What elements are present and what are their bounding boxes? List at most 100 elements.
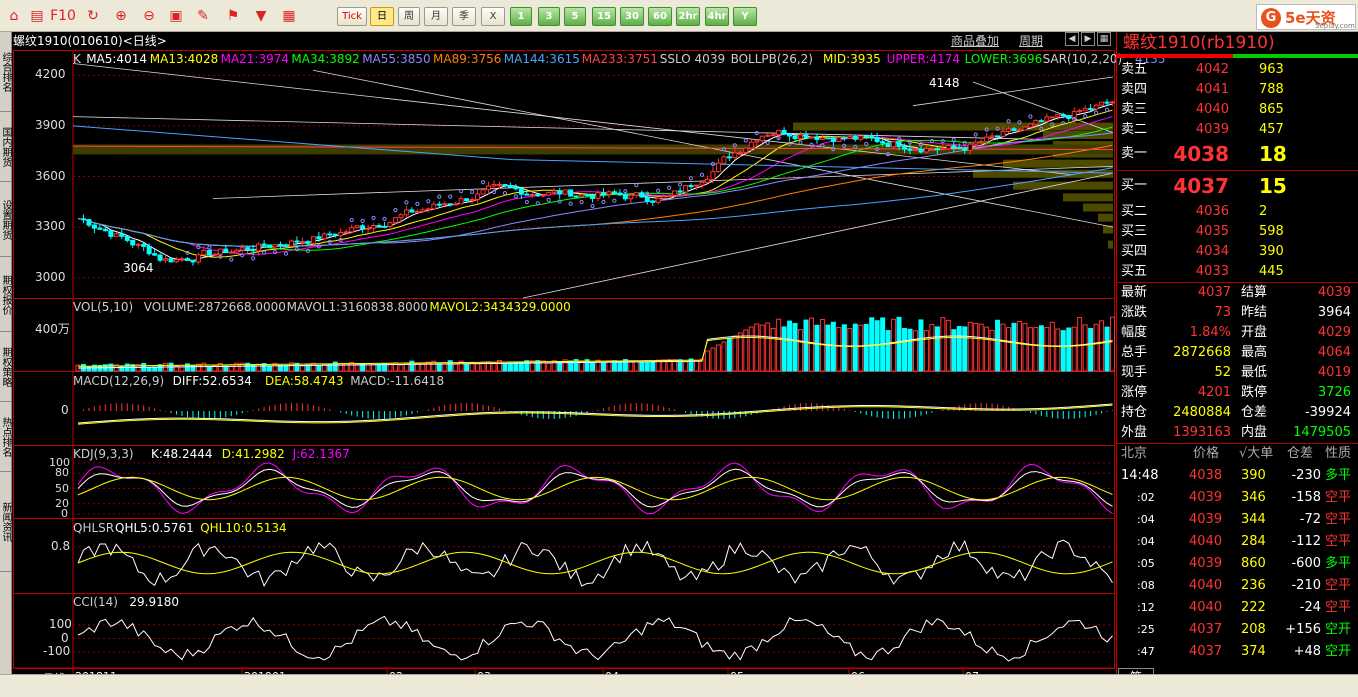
candle-body bbox=[1088, 108, 1094, 111]
left-tab-6[interactable]: 新闻资讯 bbox=[0, 472, 12, 572]
chart-area[interactable]: 4200 3900 3600 3300 3000 4148 3064 400万 0 100 80 50… bbox=[13, 32, 1166, 685]
candle-body bbox=[1044, 116, 1050, 122]
60m-button[interactable]: 60 bbox=[648, 7, 672, 26]
scroll-left-icon[interactable]: ◀ bbox=[1065, 32, 1079, 46]
4hr-button[interactable]: 4hr bbox=[705, 7, 729, 26]
volume-bar bbox=[956, 326, 962, 372]
volume-bar bbox=[633, 361, 639, 372]
home-button[interactable]: ⌂ bbox=[4, 7, 24, 26]
bid-row: 买五 4033 445 bbox=[1117, 262, 1358, 282]
tick-header-cell: √大单 bbox=[1239, 446, 1274, 461]
volume-bar bbox=[650, 361, 656, 372]
week-button[interactable]: 周 bbox=[398, 7, 420, 26]
legend-k-2: MA13:4028 bbox=[149, 52, 219, 66]
candle-body bbox=[704, 178, 710, 183]
candle-body bbox=[174, 259, 180, 263]
table-button[interactable]: ▦ bbox=[277, 7, 301, 26]
month-button[interactable]: 月 bbox=[424, 7, 448, 26]
volume-bar bbox=[1006, 327, 1012, 372]
candle-body bbox=[283, 244, 289, 247]
15m-button[interactable]: 15 bbox=[592, 7, 616, 26]
legend-k-8: MA233:3751 bbox=[581, 52, 658, 66]
stat-label: 仓差 bbox=[1241, 405, 1268, 420]
candle-body bbox=[398, 214, 404, 219]
sar-dot bbox=[360, 218, 365, 223]
stat-row: 最新 4037 结算 4039 bbox=[1117, 283, 1358, 303]
left-tab-label: 国内期货 bbox=[0, 127, 11, 167]
left-tab-4[interactable]: 期权策略 bbox=[0, 332, 12, 402]
candle-body bbox=[951, 145, 957, 148]
candle-body bbox=[1099, 101, 1105, 106]
legend-macd-1: DIFF:52.6534 bbox=[172, 374, 252, 388]
filter-button[interactable]: ▼ bbox=[251, 7, 271, 26]
stat-value: 4201 bbox=[1197, 385, 1231, 400]
volume-bar bbox=[847, 328, 853, 372]
legend-k-4: MA34:3892 bbox=[291, 52, 360, 66]
1m-button[interactable]: 1 bbox=[510, 7, 532, 26]
candle-body bbox=[1077, 110, 1083, 113]
zoom-in-button[interactable]: ⊕ bbox=[109, 7, 133, 26]
candle-body bbox=[146, 245, 152, 255]
zoom-out-button[interactable]: ⊖ bbox=[137, 7, 161, 26]
5m-button[interactable]: 5 bbox=[564, 7, 586, 26]
30m-button[interactable]: 30 bbox=[620, 7, 644, 26]
refresh-button[interactable]: ↻ bbox=[81, 7, 105, 26]
candle-body bbox=[518, 188, 524, 195]
left-tab-label: 综合排名 bbox=[0, 52, 11, 92]
bid-price: 4033 bbox=[1195, 264, 1229, 279]
day-button[interactable]: 日 bbox=[370, 7, 394, 26]
year-button[interactable]: X bbox=[481, 7, 505, 26]
candle-body bbox=[918, 148, 924, 153]
sar-dot bbox=[798, 140, 803, 145]
volume-bar bbox=[502, 362, 508, 372]
candle-body bbox=[841, 136, 847, 139]
volume-bar bbox=[754, 323, 760, 372]
bid-price: 4034 bbox=[1195, 244, 1229, 259]
indicator-button[interactable]: ⚑ bbox=[221, 7, 245, 26]
volume-bar bbox=[967, 321, 973, 372]
2hr-button[interactable]: 2hr bbox=[676, 7, 700, 26]
left-tab-2[interactable]: 设置期货 bbox=[0, 182, 12, 257]
left-tab-0[interactable]: 综合排名 bbox=[0, 32, 12, 112]
candle-body bbox=[223, 248, 229, 254]
bid-volume: 15 bbox=[1259, 174, 1287, 198]
left-tab-1[interactable]: 国内期货 bbox=[0, 112, 12, 182]
left-tab-5[interactable]: 热点排名 bbox=[0, 402, 12, 472]
candle-body bbox=[978, 141, 984, 144]
period-link[interactable]: 周期 bbox=[1019, 32, 1043, 49]
candle-body bbox=[874, 137, 880, 143]
volume-bar bbox=[803, 319, 809, 372]
news-button[interactable]: ▤ bbox=[27, 7, 47, 26]
tick-nature: 多平 bbox=[1325, 556, 1352, 571]
trend-line bbox=[522, 172, 1114, 299]
volume-bar bbox=[902, 328, 908, 372]
3m-button[interactable]: 3 bbox=[538, 7, 560, 26]
candle-body bbox=[343, 231, 349, 234]
y-tick-kdj: 0 bbox=[61, 507, 68, 520]
left-tab-3[interactable]: 期权报价 bbox=[0, 257, 12, 332]
candle-body bbox=[376, 225, 382, 228]
tick-button[interactable]: Tick bbox=[337, 7, 367, 26]
sar-dot bbox=[557, 199, 562, 204]
tick-oi-change: -210 bbox=[1291, 578, 1321, 593]
tick-volume: 284 bbox=[1241, 534, 1266, 549]
scroll-right-icon[interactable]: ▶ bbox=[1081, 32, 1095, 46]
stat-label: 最新 bbox=[1121, 285, 1148, 300]
volume-bar bbox=[1055, 328, 1061, 372]
sar-dot bbox=[382, 216, 387, 221]
overlay-button[interactable]: ▣ bbox=[165, 7, 187, 26]
volume-bar bbox=[962, 326, 968, 372]
volume-bar bbox=[874, 320, 880, 372]
stat-value: 1393163 bbox=[1173, 425, 1231, 440]
custom-button[interactable]: Y bbox=[733, 7, 757, 26]
season-button[interactable]: 季 bbox=[452, 7, 476, 26]
overlay-commodity-link[interactable]: 商品叠加 bbox=[951, 32, 999, 49]
draw-button[interactable]: ✎ bbox=[191, 7, 215, 26]
layout-icon[interactable]: ▦ bbox=[1097, 32, 1111, 46]
candle-body bbox=[86, 219, 92, 226]
stat-label: 涨跌 bbox=[1121, 305, 1148, 320]
f10-button[interactable]: F10 bbox=[50, 7, 76, 26]
candle-body bbox=[759, 135, 765, 142]
stat-value: 1479505 bbox=[1293, 425, 1351, 440]
stat-label: 内盘 bbox=[1241, 425, 1268, 440]
